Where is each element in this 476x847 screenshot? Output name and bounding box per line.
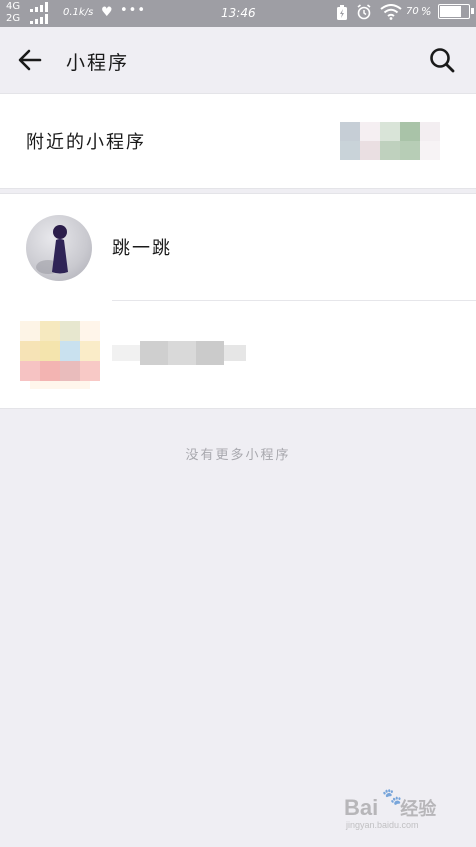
blurred-thumbnail-tile — [380, 141, 400, 160]
blurred-thumbnail-tile — [360, 141, 380, 160]
list-item-label: 跳一跳 — [112, 238, 172, 259]
blurred-thumbnail-tile — [380, 122, 400, 141]
blurred-thumbnail-tile — [420, 141, 440, 160]
blurred-app-name — [112, 339, 246, 369]
blurred-avatar-tile — [40, 361, 60, 381]
battery-icon — [438, 4, 474, 19]
network-type-1: 4G — [6, 1, 21, 12]
game-piece-icon — [36, 225, 68, 274]
blurred-avatar-tile — [20, 361, 40, 381]
blurred-avatar-tile — [40, 341, 60, 361]
app-avatar — [26, 215, 92, 281]
blurred-avatar-tile — [60, 361, 80, 381]
paw-icon: 🐾 — [382, 787, 402, 806]
baidu-jingyan-watermark: Bai 经验 🐾 jingyan.baidu.com — [344, 787, 462, 833]
blurred-thumbnail-tile — [360, 122, 380, 141]
clock: 13:46 — [221, 6, 256, 20]
charging-icon — [337, 5, 347, 20]
no-more-mini-programs: 没有更多小程序 — [185, 448, 291, 463]
blurred-name-tile — [168, 341, 196, 365]
header-bar: 小程序 — [0, 27, 476, 93]
blurred-thumbnail-tile — [340, 122, 360, 141]
blurred-avatar-tile — [60, 321, 80, 341]
blurred-thumbnail-tile — [400, 141, 420, 160]
vpn-icon: ♥ — [101, 5, 113, 20]
blurred-avatar-tile — [80, 341, 100, 361]
list-item[interactable]: 跳一跳 — [0, 194, 476, 300]
blurred-avatar-tile — [30, 381, 90, 389]
blurred-app-avatar — [20, 321, 102, 389]
network-type-2: 2G — [6, 13, 21, 24]
blurred-avatar-tile — [80, 361, 100, 381]
blurred-avatar-tile — [20, 341, 40, 361]
blurred-thumbnail-tile — [420, 122, 440, 141]
blurred-name-tile — [196, 341, 224, 365]
blurred-avatar-tile — [40, 321, 60, 341]
signal-bars-icon — [30, 14, 54, 24]
nearby-label: 附近的小程序 — [26, 132, 146, 153]
wifi-icon — [380, 4, 402, 20]
blurred-thumbnail-tile — [340, 141, 360, 160]
mini-program-list: 跳一跳 — [0, 193, 476, 409]
blurred-name-tile — [140, 341, 168, 365]
page-title: 小程序 — [66, 52, 130, 74]
blurred-name-tile — [112, 345, 140, 361]
blurred-avatar-tile — [80, 321, 100, 341]
blurred-thumbnail-tile — [400, 122, 420, 141]
more-notifications-icon: ••• — [120, 3, 147, 18]
blurred-avatar-tile — [20, 321, 40, 341]
battery-percent-sign: % — [421, 5, 432, 18]
search-icon[interactable] — [428, 46, 456, 74]
nearby-thumbnails — [340, 122, 440, 160]
nearby-mini-programs-entry[interactable]: 附近的小程序 — [0, 93, 476, 189]
list-item[interactable] — [0, 301, 476, 407]
arrow-left-icon[interactable] — [16, 46, 44, 74]
status-bar: 4G 2G 0.1k/s ♥ ••• 13:46 70 % — [0, 0, 476, 27]
signal-bars-icon — [30, 2, 54, 12]
watermark-url: jingyan.baidu.com — [346, 820, 419, 830]
battery-percent: 70 — [406, 6, 419, 17]
network-speed: 0.1k/s — [63, 7, 94, 18]
alarm-icon — [357, 4, 371, 20]
blurred-avatar-tile — [60, 341, 80, 361]
blurred-name-tile — [224, 345, 246, 361]
